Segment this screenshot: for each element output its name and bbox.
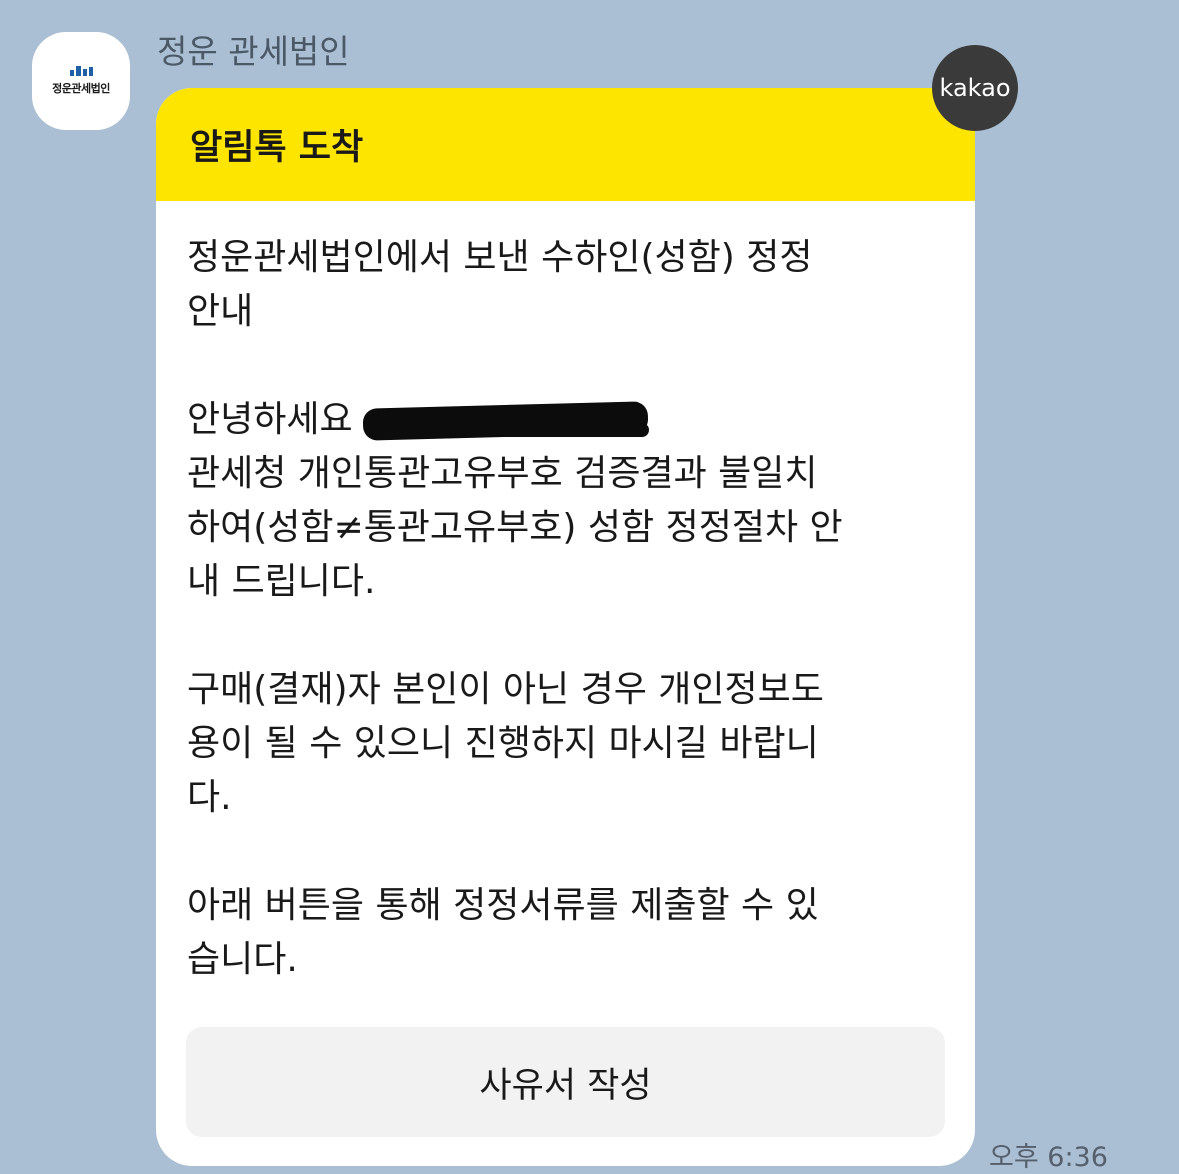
message-paragraph: 구매(결재)자 본인이 아닌 경우 개인정보도 용이 될 수 있으니 진행하지 … <box>187 663 945 825</box>
sender-name: 정운 관세법인 <box>157 32 350 71</box>
message-line: 구매(결재)자 본인이 아닌 경우 개인정보도 <box>187 669 824 710</box>
message-body: 정운관세법인에서 보낸 수하인(성함) 정정 안내 안녕하세요 관세청 개인통관… <box>156 201 975 987</box>
kakao-badge-label: kakao <box>939 74 1011 102</box>
message-paragraph: 정운관세법인에서 보낸 수하인(성함) 정정 안내 <box>187 231 945 339</box>
message-line: 내 드립니다. <box>187 561 376 602</box>
message-line: 아래 버튼을 통해 정정서류를 제출할 수 있 <box>187 885 819 926</box>
greeting-line: 안녕하세요 <box>187 393 945 447</box>
message-header: 알림톡 도착 <box>156 88 975 201</box>
message-line: 안내 <box>187 291 254 332</box>
chat-room: 정운관세법인 정운 관세법인 알림톡 도착 정운관세법인에서 보낸 수하인(성함… <box>0 0 1179 1174</box>
message-paragraph: 아래 버튼을 통해 정정서류를 제출할 수 있 습니다. <box>187 879 945 987</box>
write-reason-button[interactable]: 사유서 작성 <box>186 1027 945 1137</box>
message-header-title: 알림톡 도착 <box>190 128 364 168</box>
redaction-mark <box>419 423 649 437</box>
message-line: 습니다. <box>187 939 298 980</box>
message-line: 용이 될 수 있으니 진행하지 마시길 바랍니 <box>187 723 819 764</box>
avatar-logo-text: 정운관세법인 <box>52 82 110 95</box>
alimtalk-message-bubble: 알림톡 도착 정운관세법인에서 보낸 수하인(성함) 정정 안내 안녕하세요 관… <box>156 88 975 1166</box>
kakao-badge: kakao <box>932 45 1018 131</box>
message-line: 다. <box>187 777 232 818</box>
message-line: 정운관세법인에서 보낸 수하인(성함) 정정 <box>187 237 813 278</box>
message-line: 하여(성함≠통관고유부호) 성함 정정절차 안 <box>187 507 843 548</box>
sender-avatar[interactable]: 정운관세법인 <box>32 32 130 130</box>
message-line: 관세청 개인통관고유부호 검증결과 불일치 <box>187 453 818 494</box>
company-logo-icon <box>69 66 93 76</box>
greeting-text: 안녕하세요 <box>187 399 353 440</box>
message-timestamp: 오후 6:36 <box>989 1142 1108 1173</box>
message-paragraph: 안녕하세요 관세청 개인통관고유부호 검증결과 불일치 하여(성함≠통관고유부호… <box>187 393 945 609</box>
